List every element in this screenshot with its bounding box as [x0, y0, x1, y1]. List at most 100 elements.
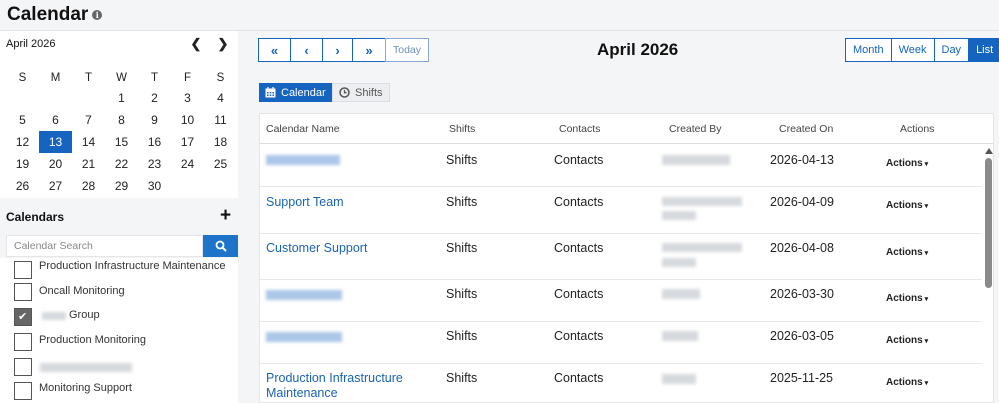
calendar-search-input[interactable] [6, 235, 203, 257]
column-header[interactable]: Contacts [559, 123, 600, 135]
table-scrollbar[interactable] [982, 145, 993, 402]
day-cell[interactable]: 23 [138, 153, 171, 175]
day-cell[interactable]: 3 [171, 87, 204, 109]
day-cell[interactable]: 10 [171, 109, 204, 131]
calendar-checkbox[interactable] [14, 382, 32, 400]
calendar-name-link[interactable]: Customer Support [266, 241, 367, 256]
redacted-calendar-name[interactable] [266, 332, 342, 342]
tab-shifts[interactable]: Shifts [332, 83, 390, 102]
shifts-link[interactable]: Shifts [446, 329, 477, 343]
day-cell[interactable]: 8 [105, 109, 138, 131]
day-cell[interactable]: 21 [72, 153, 105, 175]
view-day-button[interactable]: Day [933, 39, 969, 61]
empty-day-cell [6, 87, 39, 109]
today-button[interactable]: Today [385, 38, 429, 62]
info-icon[interactable]: i [92, 10, 103, 20]
contacts-link[interactable]: Contacts [554, 371, 603, 385]
actions-dropdown[interactable]: Actions [886, 377, 928, 388]
day-cell[interactable]: 22 [105, 153, 138, 175]
redacted-created-by [662, 331, 698, 341]
shifts-link[interactable]: Shifts [446, 287, 477, 301]
scroll-thumb[interactable] [985, 158, 992, 288]
day-cell[interactable]: 18 [204, 131, 237, 153]
day-cell[interactable]: 9 [138, 109, 171, 131]
day-cell[interactable]: 27 [39, 175, 72, 197]
day-cell[interactable]: 14 [72, 131, 105, 153]
day-cell[interactable]: 15 [105, 131, 138, 153]
calendar-checkbox[interactable] [14, 358, 32, 376]
tab-calendar[interactable]: Calendar [259, 83, 332, 102]
day-cell[interactable]: 13 [39, 131, 72, 153]
day-cell[interactable]: 29 [105, 175, 138, 197]
day-cell[interactable]: 28 [72, 175, 105, 197]
shifts-link[interactable]: Shifts [446, 153, 477, 167]
last-button[interactable]: » [352, 38, 386, 62]
weekday-label: T [84, 72, 93, 84]
contacts-link[interactable]: Contacts [554, 287, 603, 301]
redacted-created-by [662, 211, 696, 220]
column-header[interactable]: Created On [779, 123, 833, 135]
day-cell[interactable]: 2 [138, 87, 171, 109]
search-button[interactable] [203, 235, 238, 257]
calendar-list-item[interactable]: Production Monitoring [0, 331, 238, 355]
view-month-button[interactable]: Month [846, 39, 891, 61]
day-cell[interactable]: 19 [6, 153, 39, 175]
shifts-link[interactable]: Shifts [446, 371, 477, 385]
day-cell[interactable]: 5 [6, 109, 39, 131]
calendar-name-link[interactable]: Production Infrastructure Maintenance [266, 371, 431, 401]
actions-dropdown[interactable]: Actions [886, 335, 928, 346]
calendar-checkbox[interactable] [14, 283, 32, 301]
actions-dropdown[interactable]: Actions [886, 158, 928, 169]
actions-dropdown[interactable]: Actions [886, 293, 928, 304]
chevron-left-icon[interactable]: ❮ [186, 35, 206, 53]
day-cell[interactable]: 17 [171, 131, 204, 153]
calendar-icon [265, 87, 276, 98]
redacted-calendar-name[interactable] [266, 290, 342, 300]
calendar-list-item[interactable] [0, 355, 238, 379]
calendar-item-label: Production Monitoring [39, 334, 147, 346]
view-list-button[interactable]: List [968, 39, 999, 61]
contacts-link[interactable]: Contacts [554, 241, 603, 255]
column-header[interactable]: Calendar Name [266, 123, 340, 135]
day-cell[interactable]: 1 [105, 87, 138, 109]
view-week-button[interactable]: Week [890, 39, 934, 61]
day-cell[interactable]: 25 [204, 153, 237, 175]
calendar-checkbox-checked[interactable] [14, 308, 32, 326]
next-button[interactable]: › [322, 38, 353, 62]
day-cell[interactable]: 7 [72, 109, 105, 131]
prev-button[interactable]: ‹ [290, 38, 323, 62]
first-button[interactable]: « [258, 38, 291, 62]
shifts-link[interactable]: Shifts [446, 195, 477, 209]
double-chevron-left-icon: « [270, 42, 279, 58]
day-cell[interactable]: 20 [39, 153, 72, 175]
day-cell[interactable]: 30 [138, 175, 171, 197]
calendar-list-item[interactable]: Oncall Monitoring [0, 282, 238, 306]
day-cell[interactable]: 24 [171, 153, 204, 175]
calendar-list-item[interactable]: Group [0, 306, 238, 330]
day-cell[interactable]: 6 [39, 109, 72, 131]
contacts-link[interactable]: Contacts [554, 153, 603, 167]
calendar-name-link[interactable]: Support Team [266, 195, 344, 210]
column-header[interactable]: Created By [669, 123, 722, 135]
calendar-checkbox[interactable] [14, 261, 32, 279]
day-cell[interactable]: 16 [138, 131, 171, 153]
tab-shifts-label: Shifts [355, 86, 383, 99]
calendar-checkbox[interactable] [14, 333, 32, 351]
column-header[interactable]: Shifts [449, 123, 475, 135]
chevron-right-icon[interactable]: ❯ [213, 35, 233, 53]
contacts-link[interactable]: Contacts [554, 195, 603, 209]
day-cell[interactable]: 4 [204, 87, 237, 109]
day-cell[interactable]: 26 [6, 175, 39, 197]
actions-dropdown[interactable]: Actions [886, 247, 928, 258]
scroll-up-icon[interactable] [985, 148, 993, 154]
shifts-link[interactable]: Shifts [446, 241, 477, 255]
calendar-list-item[interactable]: Monitoring Support [0, 379, 238, 403]
calendar-list-item[interactable]: Production Infrastructure Maintenance [0, 258, 238, 282]
day-cell[interactable]: 12 [6, 131, 39, 153]
contacts-link[interactable]: Contacts [554, 329, 603, 343]
redacted-calendar-name[interactable] [266, 155, 340, 165]
redacted-created-by [662, 258, 696, 267]
actions-dropdown[interactable]: Actions [886, 200, 928, 211]
day-cell[interactable]: 11 [204, 109, 237, 131]
plus-icon[interactable]: + [220, 206, 231, 225]
